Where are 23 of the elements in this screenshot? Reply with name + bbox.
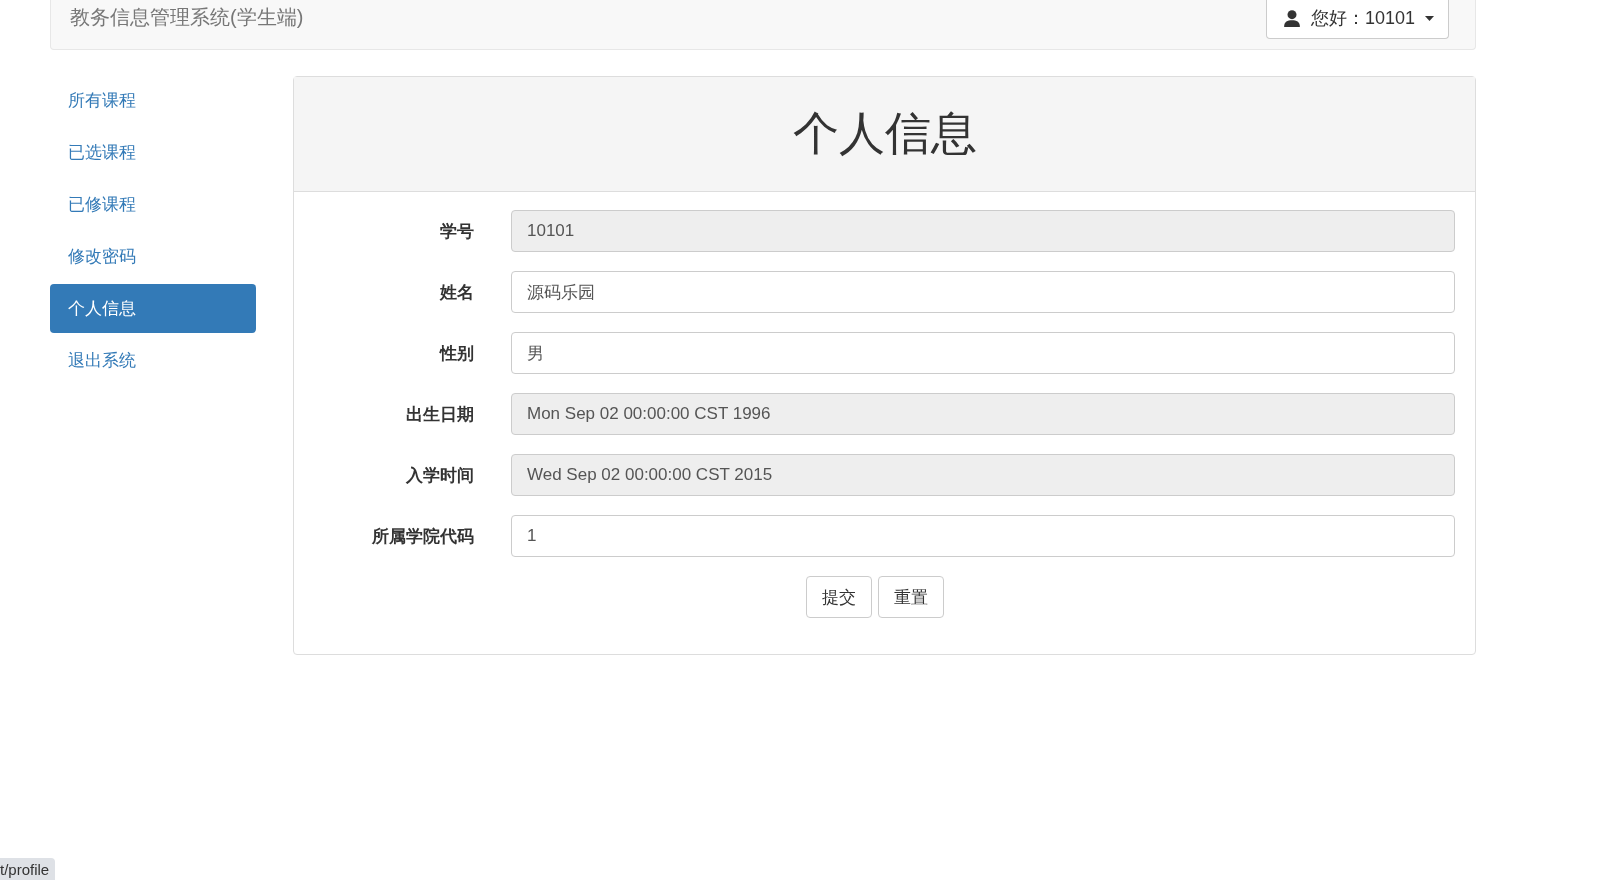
user-icon — [1282, 9, 1301, 27]
input-field[interactable]: 1 — [511, 515, 1455, 557]
sidebar-item[interactable]: 退出系统 — [50, 336, 256, 385]
submit-button[interactable]: 提交 — [805, 576, 872, 618]
field-label: 所属学院代码 — [371, 525, 474, 548]
sidebar-item[interactable]: 修改密码 — [50, 232, 256, 281]
caret-icon — [1425, 15, 1434, 21]
status-url: t/profile — [0, 858, 56, 880]
sidebar-item[interactable]: 个人信息 — [50, 284, 256, 333]
input-field[interactable]: 源码乐园 — [511, 271, 1455, 313]
brand-title: 教务信息管理系统(学生端) — [70, 5, 304, 30]
field-label: 出生日期 — [405, 403, 474, 426]
sidebar-item[interactable]: 所有课程 — [50, 76, 256, 125]
panel-title: 个人信息 — [792, 106, 977, 161]
field-label: 姓名 — [438, 281, 474, 304]
field-label: 入学时间 — [405, 464, 474, 487]
reset-button[interactable]: 重置 — [877, 576, 944, 618]
field-label: 性别 — [438, 342, 474, 365]
field-label: 学号 — [439, 220, 474, 243]
sidebar-item[interactable]: 已选课程 — [50, 128, 256, 177]
input-field[interactable]: 男 — [511, 332, 1455, 374]
user-menu-button[interactable]: 您好：10101 — [1265, 0, 1449, 39]
sidebar-item[interactable]: 已修课程 — [50, 180, 256, 229]
